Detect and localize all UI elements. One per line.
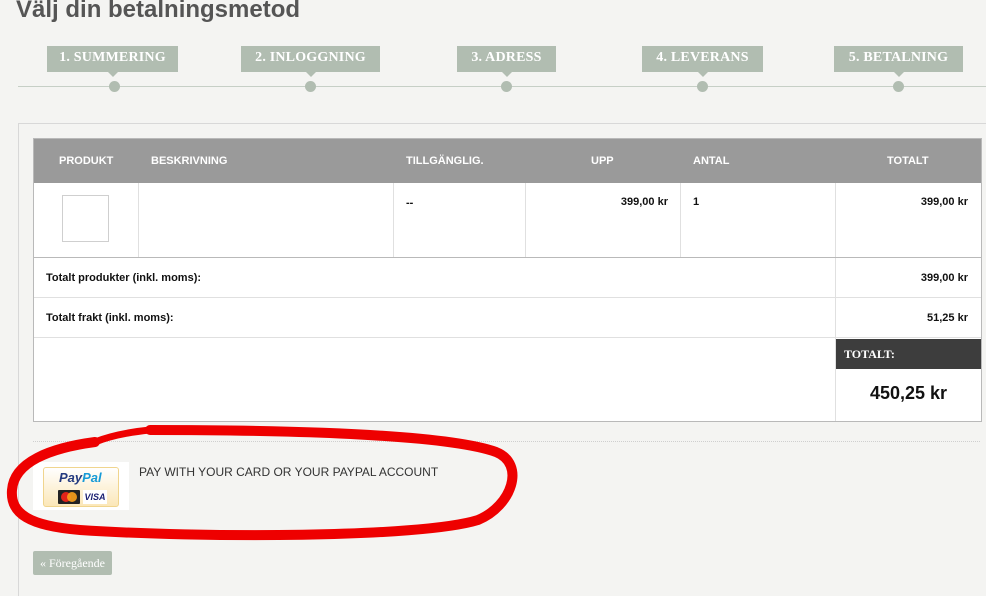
step-label: 2. INLOGGNING xyxy=(255,50,366,65)
page-title: Välj din betalningsmetod xyxy=(16,0,301,23)
total-shipping-value: 51,25 kr xyxy=(927,312,968,324)
step-dot xyxy=(109,81,120,92)
product-thumbnail[interactable] xyxy=(62,195,109,242)
step-summering[interactable]: 1. SUMMERING xyxy=(47,46,178,77)
divider xyxy=(525,183,526,257)
row-total: 399,00 kr xyxy=(920,196,968,208)
divider xyxy=(34,337,981,338)
divider xyxy=(393,183,394,257)
divider xyxy=(138,183,139,257)
step-label: 3. ADRESS xyxy=(471,50,542,65)
cart-summary-table: PRODUKT BESKRIVNING TILLGÄNGLIG. UPP ANT… xyxy=(33,138,982,422)
previous-button[interactable]: « Föregående xyxy=(33,551,112,575)
divider xyxy=(34,257,981,258)
row-unit-price: 399,00 kr xyxy=(620,196,668,208)
divider xyxy=(680,183,681,257)
total-products-value: 399,00 kr xyxy=(920,272,968,284)
step-adress[interactable]: 3. ADRESS xyxy=(457,46,556,77)
step-label: 1. SUMMERING xyxy=(59,50,166,65)
step-dot xyxy=(501,81,512,92)
step-label: 4. LEVERANS xyxy=(656,50,749,65)
header-description: BESKRIVNING xyxy=(151,155,228,167)
step-inloggning[interactable]: 2. INLOGGNING xyxy=(241,46,380,77)
red-annotation-circle xyxy=(6,425,518,541)
total-products-label: Totalt produkter (inkl. moms): xyxy=(46,272,202,284)
step-dot xyxy=(893,81,904,92)
step-label: 5. BETALNING xyxy=(848,50,949,65)
step-betalning[interactable]: 5. BETALNING xyxy=(834,46,963,77)
step-dot xyxy=(697,81,708,92)
table-header: PRODUKT BESKRIVNING TILLGÄNGLIG. UPP ANT… xyxy=(34,139,981,183)
header-product: PRODUKT xyxy=(59,155,114,167)
step-dot xyxy=(305,81,316,92)
header-quantity: ANTAL xyxy=(693,155,730,167)
total-shipping-label: Totalt frakt (inkl. moms): xyxy=(46,312,174,324)
step-leverans[interactable]: 4. LEVERANS xyxy=(642,46,763,77)
header-unit-price: UPP xyxy=(591,155,614,167)
row-availability: -- xyxy=(406,197,414,209)
row-quantity: 1 xyxy=(693,196,700,208)
divider xyxy=(34,297,981,298)
header-availability: TILLGÄNGLIG. xyxy=(406,155,484,167)
header-total: TOTALT xyxy=(887,155,929,167)
grand-total-value: 450,25 kr xyxy=(869,383,948,403)
grand-total-label: TOTALT: xyxy=(836,339,981,369)
